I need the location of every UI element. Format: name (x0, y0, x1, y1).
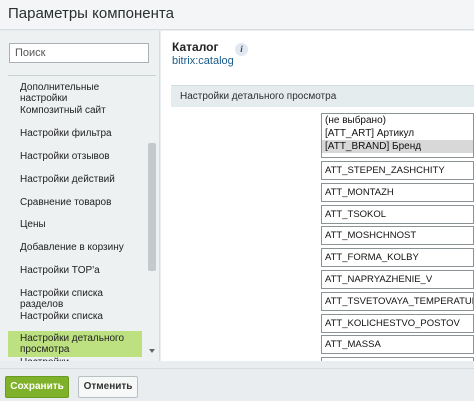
property-multiselect[interactable]: (не выбрано) [ATT_ART] Артикул [ATT_BRAND]… (321, 113, 474, 158)
window-titlebar: Параметры компонента (0, 0, 474, 30)
property-field[interactable]: ATT_MOSHCHNOST (321, 226, 474, 246)
property-field[interactable]: ATT_CHISLO_ZHIL (321, 357, 474, 361)
sidebar: Дополнительные настройкиКомпозитный сайт… (0, 31, 160, 361)
sidebar-item[interactable]: Настройки списка (8, 311, 142, 322)
sidebar-item[interactable]: Настройки... (8, 357, 142, 361)
property-field[interactable]: ATT_NAPRYAZHENIE_V (321, 270, 474, 289)
section-title: Настройки детального просмотра (180, 91, 337, 102)
sidebar-item[interactable]: Настройки TOP'а (8, 265, 142, 276)
sidebar-item[interactable]: Настройки отзывов (8, 151, 142, 162)
property-field[interactable]: ATT_MONTAZH (321, 182, 474, 202)
sidebar-item[interactable]: Цены (8, 219, 142, 230)
sidebar-item[interactable]: Композитный сайт (8, 105, 142, 116)
property-field[interactable]: ATT_MASSA (321, 335, 474, 355)
component-name: Каталог (172, 40, 219, 54)
sidebar-item[interactable]: Настройки детального просмотра (8, 331, 142, 357)
sidebar-item[interactable]: Настройки списка разделов (8, 288, 142, 310)
property-list: ATT_STEPEN_ZASHCHITY ATT_MONTAZH ATT_TSOKO… (321, 161, 474, 361)
select-option[interactable]: (не выбрано) (322, 114, 473, 127)
property-field[interactable]: ATT_TSVETOVAYA_TEMPERATURA (321, 291, 474, 311)
property-field[interactable]: ATT_KOLICHESTVO_POSTOV (321, 313, 474, 333)
property-field[interactable]: ATT_STEPEN_ZASHCHITY (321, 161, 474, 180)
property-field[interactable]: ATT_TSOKOL (321, 204, 474, 224)
sidebar-item[interactable]: Настройки фильтра (8, 128, 142, 139)
window-title: Параметры компонента (8, 5, 174, 22)
select-option[interactable]: [ATT_BRAND] Бренд (322, 140, 473, 153)
footer: Сохранить Отменить (0, 368, 474, 401)
save-button[interactable]: Сохранить (5, 376, 69, 398)
sidebar-nav-list: Дополнительные настройки Композитный сайт… (8, 76, 148, 361)
main-panel: Каталог i bitrix:catalog Настройки детал… (161, 31, 474, 361)
component-id: bitrix:catalog (172, 55, 234, 67)
property-field[interactable]: ATT_FORMA_KOLBY (321, 248, 474, 268)
scroll-down-arrow-icon[interactable] (149, 349, 155, 353)
sidebar-item[interactable]: Сравнение товаров (8, 197, 142, 208)
cancel-button[interactable]: Отменить (78, 376, 138, 398)
info-icon[interactable]: i (235, 43, 248, 56)
select-option[interactable]: [ATT_ART] Артикул (322, 127, 473, 140)
search-input[interactable] (9, 43, 149, 63)
sidebar-item[interactable]: Настройки действий (8, 174, 142, 185)
sidebar-item[interactable]: Добавление в корзину (8, 242, 142, 253)
sidebar-scrollbar-thumb[interactable] (148, 143, 156, 271)
section-header: Настройки детального просмотра (171, 85, 474, 107)
sidebar-item[interactable]: Дополнительные настройки (8, 82, 142, 104)
